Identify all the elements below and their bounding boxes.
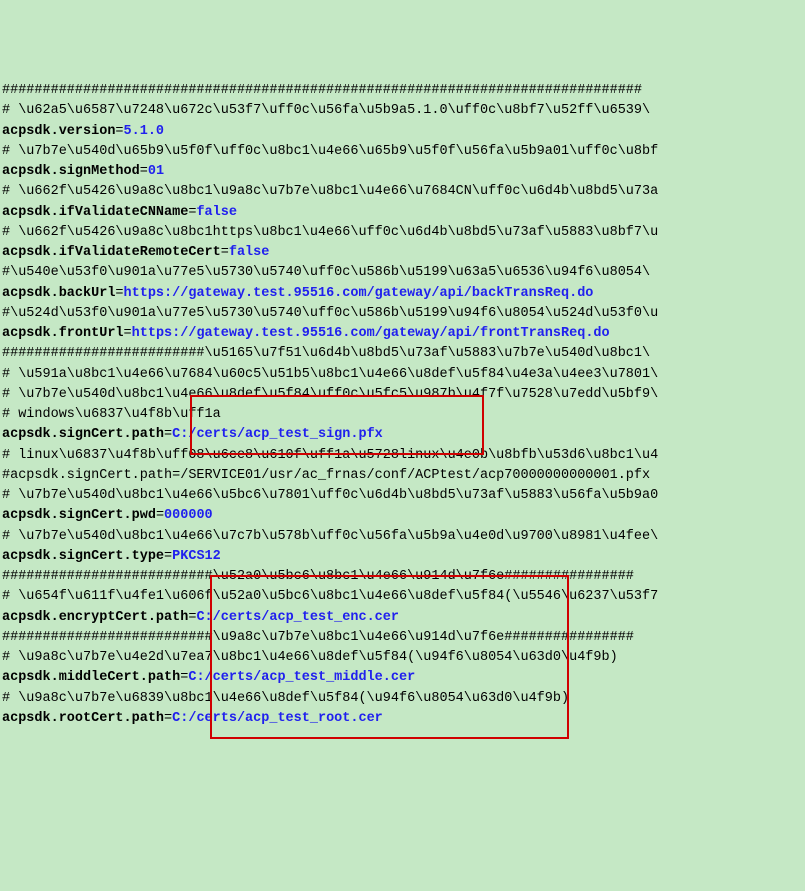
property-key: acpsdk.frontUrl xyxy=(2,326,124,341)
comment-line: #acpsdk.signCert.path=/SERVICE01/usr/ac_… xyxy=(0,466,805,486)
property-value: C:/certs/acp_test_sign.pfx xyxy=(172,427,383,442)
property-value: 01 xyxy=(148,164,164,179)
comment-line: # linux\u6837\u4f8b\uff08\u6ce8\u610f\uf… xyxy=(0,446,805,466)
property-line: acpsdk.signCert.pwd=000000 xyxy=(0,506,805,526)
comment-line: # \u7b7e\u540d\u65b9\u5f0f\uff0c\u8bc1\u… xyxy=(0,142,805,162)
property-key: acpsdk.rootCert.path xyxy=(2,711,164,726)
property-key: acpsdk.signMethod xyxy=(2,164,140,179)
property-line: acpsdk.ifValidateCNName=false xyxy=(0,203,805,223)
property-line: acpsdk.rootCert.path=C:/certs/acp_test_r… xyxy=(0,709,805,729)
property-value: 5.1.0 xyxy=(124,124,165,139)
property-key: acpsdk.signCert.path xyxy=(2,427,164,442)
property-key: acpsdk.version xyxy=(2,124,115,139)
comment-line: # \u9a8c\u7b7e\u4e2d\u7ea7\u8bc1\u4e66\u… xyxy=(0,648,805,668)
property-value: 000000 xyxy=(164,508,213,523)
property-value: C:/certs/acp_test_enc.cer xyxy=(196,610,399,625)
property-line: acpsdk.signCert.path=C:/certs/acp_test_s… xyxy=(0,425,805,445)
comment-line: # windows\u6837\u4f8b\uff1a xyxy=(0,405,805,425)
property-key: acpsdk.signCert.type xyxy=(2,549,164,564)
comment-line: # \u7b7e\u540d\u8bc1\u4e66\u7c7b\u578b\u… xyxy=(0,527,805,547)
property-line: acpsdk.signCert.type=PKCS12 xyxy=(0,547,805,567)
property-value: C:/certs/acp_test_middle.cer xyxy=(188,670,415,685)
property-key: acpsdk.signCert.pwd xyxy=(2,508,156,523)
property-line: acpsdk.ifValidateRemoteCert=false xyxy=(0,243,805,263)
hash-line: ########################################… xyxy=(0,81,805,101)
property-key: acpsdk.encryptCert.path xyxy=(2,610,188,625)
comment-line: # \u9a8c\u7b7e\u6839\u8bc1\u4e66\u8def\u… xyxy=(0,689,805,709)
property-line: acpsdk.version=5.1.0 xyxy=(0,122,805,142)
hash-line: ##########################\u52a0\u5bc6\u… xyxy=(0,567,805,587)
property-value: false xyxy=(196,205,237,220)
property-line: acpsdk.backUrl=https://gateway.test.9551… xyxy=(0,284,805,304)
property-value: false xyxy=(229,245,270,260)
comment-line: # \u662f\u5426\u9a8c\u8bc1\u9a8c\u7b7e\u… xyxy=(0,182,805,202)
property-value: https://gateway.test.95516.com/gateway/a… xyxy=(132,326,610,341)
comment-line: # \u7b7e\u540d\u8bc1\u4e66\u5bc6\u7801\u… xyxy=(0,486,805,506)
comment-line: #\u540e\u53f0\u901a\u77e5\u5730\u5740\uf… xyxy=(0,263,805,283)
property-key: acpsdk.middleCert.path xyxy=(2,670,180,685)
property-key: acpsdk.backUrl xyxy=(2,286,115,301)
property-key: acpsdk.ifValidateRemoteCert xyxy=(2,245,221,260)
comment-line: # \u662f\u5426\u9a8c\u8bc1https\u8bc1\u4… xyxy=(0,223,805,243)
property-value: PKCS12 xyxy=(172,549,221,564)
properties-file-content: ########################################… xyxy=(0,81,805,729)
comment-line: #\u524d\u53f0\u901a\u77e5\u5730\u5740\uf… xyxy=(0,304,805,324)
comment-line: # \u62a5\u6587\u7248\u672c\u53f7\uff0c\u… xyxy=(0,101,805,121)
hash-line: ##########################\u9a8c\u7b7e\u… xyxy=(0,628,805,648)
property-key: acpsdk.ifValidateCNName xyxy=(2,205,188,220)
property-value: C:/certs/acp_test_root.cer xyxy=(172,711,383,726)
property-line: acpsdk.frontUrl=https://gateway.test.955… xyxy=(0,324,805,344)
property-value: https://gateway.test.95516.com/gateway/a… xyxy=(124,286,594,301)
comment-line: # \u591a\u8bc1\u4e66\u7684\u60c5\u51b5\u… xyxy=(0,365,805,385)
comment-line: # \u7b7e\u540d\u8bc1\u4e66\u8def\u5f84\u… xyxy=(0,385,805,405)
comment-line: #########################\u5165\u7f51\u6… xyxy=(0,344,805,364)
property-line: acpsdk.signMethod=01 xyxy=(0,162,805,182)
property-line: acpsdk.encryptCert.path=C:/certs/acp_tes… xyxy=(0,608,805,628)
comment-line: # \u654f\u611f\u4fe1\u606f\u52a0\u5bc6\u… xyxy=(0,587,805,607)
property-line: acpsdk.middleCert.path=C:/certs/acp_test… xyxy=(0,668,805,688)
